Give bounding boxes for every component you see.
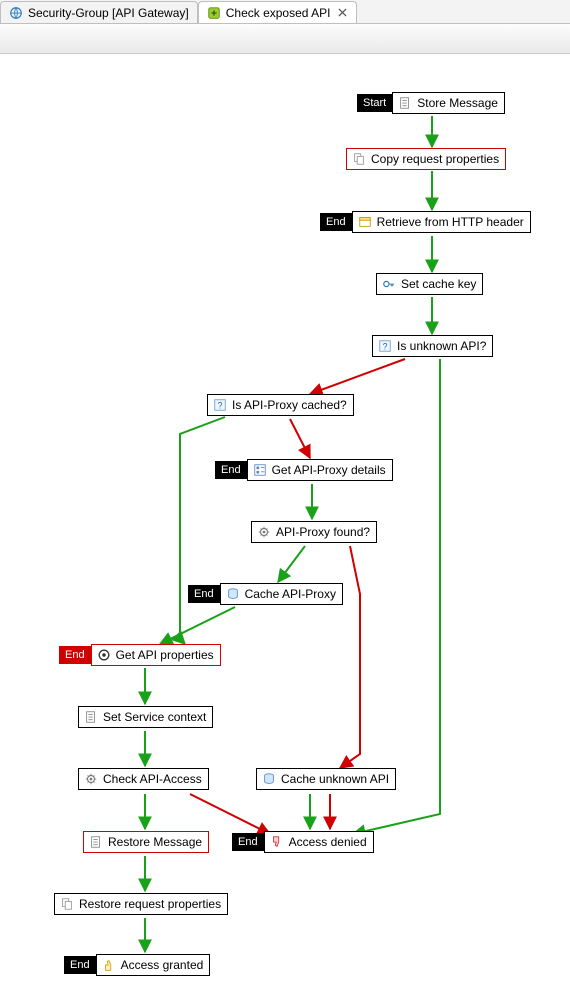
end-tag: End xyxy=(215,461,247,479)
header-icon xyxy=(357,214,373,230)
node-access-granted[interactable]: End Access granted xyxy=(64,954,210,976)
cache-icon xyxy=(261,771,277,787)
node-api-proxy-found[interactable]: API-Proxy found? xyxy=(251,521,377,543)
node-set-service-context[interactable]: Set Service context xyxy=(78,706,213,728)
node-store-message[interactable]: Start Store Message xyxy=(357,92,505,114)
tab-check-exposed-api[interactable]: Check exposed API xyxy=(198,1,358,23)
tab-label: Security-Group [API Gateway] xyxy=(28,6,189,20)
svg-text:?: ? xyxy=(383,342,388,352)
copy-icon xyxy=(59,896,75,912)
tab-bar: Security-Group [API Gateway] Check expos… xyxy=(0,0,570,24)
circle-icon xyxy=(96,647,112,663)
node-label: Set cache key xyxy=(401,277,476,291)
question-icon: ? xyxy=(212,397,228,413)
node-cache-api-proxy[interactable]: End Cache API-Proxy xyxy=(188,583,343,605)
node-restore-message[interactable]: Restore Message xyxy=(83,831,209,853)
node-label: Access granted xyxy=(121,958,204,972)
node-copy-request-properties[interactable]: Copy request properties xyxy=(346,148,506,170)
end-tag: End xyxy=(232,833,264,851)
tab-label: Check exposed API xyxy=(226,6,331,20)
node-label: Is API-Proxy cached? xyxy=(232,398,347,412)
node-label: Cache unknown API xyxy=(281,772,389,786)
node-check-api-access[interactable]: Check API-Access xyxy=(78,768,209,790)
globe-icon xyxy=(9,6,23,20)
node-restore-request-properties[interactable]: Restore request properties xyxy=(54,893,228,915)
editor-window: Security-Group [API Gateway] Check expos… xyxy=(0,0,570,999)
key-icon xyxy=(381,276,397,292)
gear-icon xyxy=(83,771,99,787)
end-tag: End xyxy=(320,213,352,231)
copy-icon xyxy=(351,151,367,167)
node-is-api-proxy-cached[interactable]: ? Is API-Proxy cached? xyxy=(207,394,354,416)
start-tag: Start xyxy=(357,94,392,112)
node-label: Set Service context xyxy=(103,710,206,724)
node-access-denied[interactable]: End Access denied xyxy=(232,831,374,853)
question-icon: ? xyxy=(377,338,393,354)
end-tag: End xyxy=(188,585,220,603)
node-label: Cache API-Proxy xyxy=(245,587,336,601)
node-label: Get API properties xyxy=(116,648,214,662)
node-label: Is unknown API? xyxy=(397,339,486,353)
node-get-api-proxy-details[interactable]: End Get API-Proxy details xyxy=(215,459,393,481)
svg-text:?: ? xyxy=(218,401,223,411)
tab-security-group[interactable]: Security-Group [API Gateway] xyxy=(0,1,198,23)
node-label: Copy request properties xyxy=(371,152,499,166)
end-tag: End xyxy=(59,646,91,664)
end-tag: End xyxy=(64,956,96,974)
policy-icon xyxy=(207,6,221,20)
node-cache-unknown-api[interactable]: Cache unknown API xyxy=(256,768,396,790)
close-icon[interactable] xyxy=(336,7,348,19)
flow-canvas[interactable]: Start Store Message Copy request propert… xyxy=(10,54,570,999)
details-icon xyxy=(252,462,268,478)
node-label: Get API-Proxy details xyxy=(272,463,386,477)
node-label: Access denied xyxy=(289,835,367,849)
page-icon xyxy=(88,834,104,850)
node-label: Store Message xyxy=(417,96,498,110)
node-label: Retrieve from HTTP header xyxy=(377,215,524,229)
thumbs-down-icon xyxy=(269,834,285,850)
canvas-area: Start Store Message Copy request propert… xyxy=(0,24,570,999)
node-label: API-Proxy found? xyxy=(276,525,370,539)
cache-icon xyxy=(225,586,241,602)
toolbar-strip xyxy=(0,24,570,54)
node-label: Restore Message xyxy=(108,835,202,849)
node-label: Check API-Access xyxy=(103,772,202,786)
thumbs-up-icon xyxy=(101,957,117,973)
page-icon xyxy=(397,95,413,111)
node-label: Restore request properties xyxy=(79,897,221,911)
node-is-unknown-api[interactable]: ? Is unknown API? xyxy=(372,335,493,357)
gear-icon xyxy=(256,524,272,540)
node-set-cache-key[interactable]: Set cache key xyxy=(376,273,483,295)
node-retrieve-http-header[interactable]: End Retrieve from HTTP header xyxy=(320,211,531,233)
page-icon xyxy=(83,709,99,725)
node-get-api-properties[interactable]: End Get API properties xyxy=(59,644,221,666)
